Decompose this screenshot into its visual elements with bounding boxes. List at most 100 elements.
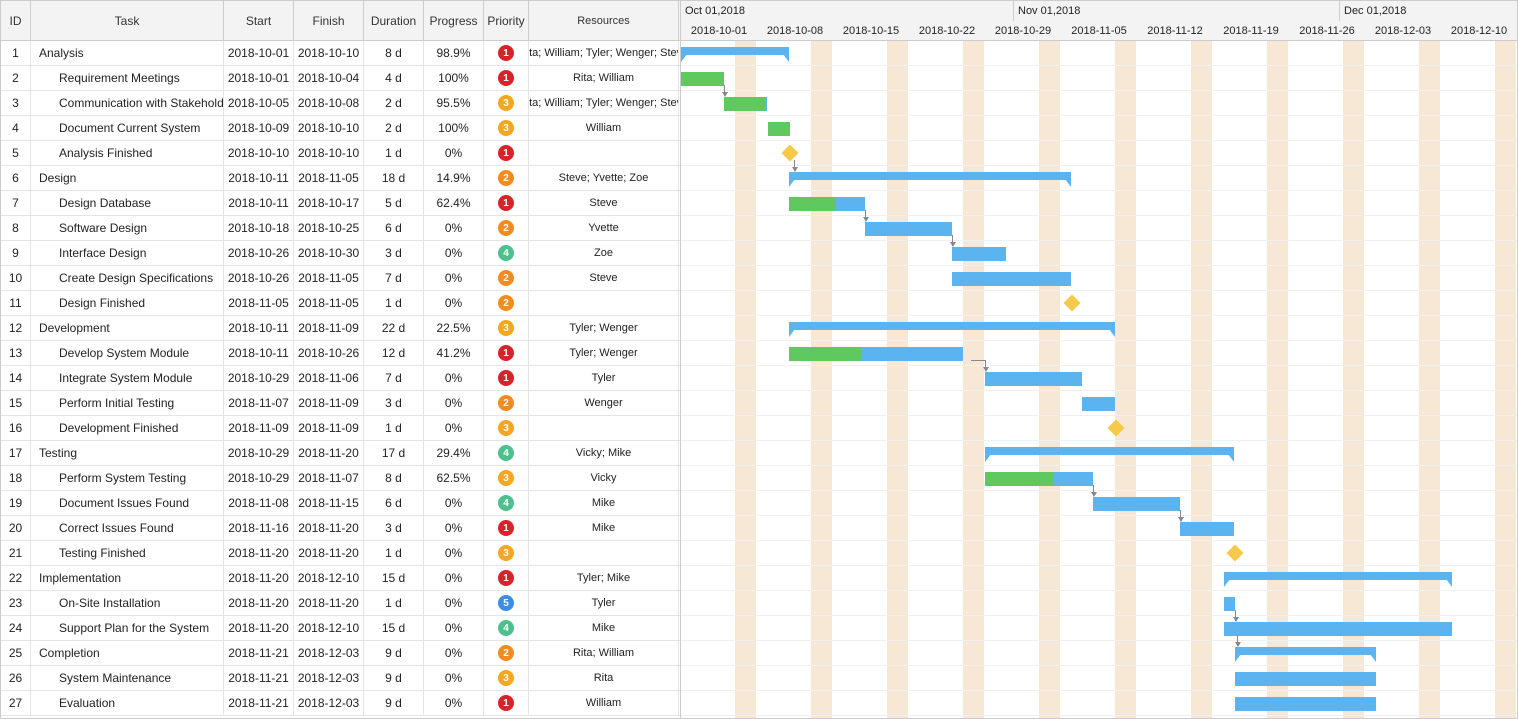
task-bar[interactable] <box>1093 497 1180 511</box>
month-header: Dec 01,2018 <box>1340 1 1517 21</box>
cell-priority: 3 <box>484 466 529 490</box>
task-bar[interactable] <box>1235 672 1376 686</box>
col-finish[interactable]: Finish <box>294 1 364 40</box>
col-start[interactable]: Start <box>224 1 294 40</box>
summary-bar[interactable] <box>789 172 1071 180</box>
cell-id: 4 <box>1 116 31 140</box>
task-bar[interactable] <box>865 222 952 236</box>
gantt-row <box>681 41 1517 66</box>
table-row[interactable]: 15Perform Initial Testing2018-11-072018-… <box>1 391 680 416</box>
dependency-arrow-icon <box>1237 635 1238 646</box>
table-row[interactable]: 4Document Current System2018-10-092018-1… <box>1 116 680 141</box>
cell-id: 12 <box>1 316 31 340</box>
task-bar[interactable] <box>985 472 1093 486</box>
table-row[interactable]: 18Perform System Testing2018-10-292018-1… <box>1 466 680 491</box>
table-row[interactable]: 24Support Plan for the System2018-11-202… <box>1 616 680 641</box>
cell-priority: 4 <box>484 491 529 515</box>
task-bar[interactable] <box>681 72 724 86</box>
cell-start: 2018-10-11 <box>224 166 294 190</box>
cell-progress: 0% <box>424 566 484 590</box>
cell-task: Design Database <box>31 191 224 215</box>
cell-finish: 2018-10-26 <box>294 341 364 365</box>
table-row[interactable]: 5Analysis Finished2018-10-102018-10-101 … <box>1 141 680 166</box>
cell-finish: 2018-11-09 <box>294 391 364 415</box>
timeline-body[interactable] <box>681 41 1517 718</box>
cell-resources: Tyler; Wenger <box>529 341 679 365</box>
task-bar[interactable] <box>768 122 790 136</box>
table-row[interactable]: 7Design Database2018-10-112018-10-175 d6… <box>1 191 680 216</box>
task-bar[interactable] <box>1224 597 1235 611</box>
table-row[interactable]: 6Design2018-10-112018-11-0518 d14.9%2Ste… <box>1 166 680 191</box>
cell-resources: Zoe <box>529 241 679 265</box>
task-bar[interactable] <box>1082 397 1115 411</box>
table-row[interactable]: 20Correct Issues Found2018-11-162018-11-… <box>1 516 680 541</box>
table-row[interactable]: 10Create Design Specifications2018-10-26… <box>1 266 680 291</box>
task-bar[interactable] <box>952 272 1071 286</box>
cell-duration: 2 d <box>364 91 424 115</box>
task-bar[interactable] <box>789 197 865 211</box>
col-priority[interactable]: Priority <box>484 1 529 40</box>
cell-progress: 0% <box>424 366 484 390</box>
table-row[interactable]: 22Implementation2018-11-202018-12-1015 d… <box>1 566 680 591</box>
table-row[interactable]: 26System Maintenance2018-11-212018-12-03… <box>1 666 680 691</box>
table-row[interactable]: 17Testing2018-10-292018-11-2017 d29.4%4V… <box>1 441 680 466</box>
summary-bar[interactable] <box>1235 647 1376 655</box>
cell-finish: 2018-11-20 <box>294 591 364 615</box>
task-bar[interactable] <box>789 347 963 361</box>
table-row[interactable]: 13Develop System Module2018-10-112018-10… <box>1 341 680 366</box>
table-row[interactable]: 21Testing Finished2018-11-202018-11-201 … <box>1 541 680 566</box>
table-row[interactable]: 3Communication with Stakeholders2018-10-… <box>1 91 680 116</box>
table-row[interactable]: 2Requirement Meetings2018-10-012018-10-0… <box>1 66 680 91</box>
cell-id: 26 <box>1 666 31 690</box>
cell-duration: 7 d <box>364 366 424 390</box>
table-row[interactable]: 1Analysis2018-10-012018-10-108 d98.9%1Ri… <box>1 41 680 66</box>
priority-badge: 2 <box>498 170 514 186</box>
summary-bar[interactable] <box>1224 572 1452 580</box>
table-row[interactable]: 12Development2018-10-112018-11-0922 d22.… <box>1 316 680 341</box>
cell-finish: 2018-10-04 <box>294 66 364 90</box>
col-task[interactable]: Task <box>31 1 224 40</box>
table-row[interactable]: 9Interface Design2018-10-262018-10-303 d… <box>1 241 680 266</box>
cell-duration: 9 d <box>364 666 424 690</box>
priority-badge: 2 <box>498 220 514 236</box>
summary-bar[interactable] <box>789 322 1115 330</box>
task-bar[interactable] <box>1224 622 1452 636</box>
task-bar[interactable] <box>724 97 767 111</box>
col-duration[interactable]: Duration <box>364 1 424 40</box>
cell-resources: Tyler <box>529 591 679 615</box>
col-resources[interactable]: Resources <box>529 1 679 40</box>
task-bar[interactable] <box>1180 522 1234 536</box>
table-row[interactable]: 19Document Issues Found2018-11-082018-11… <box>1 491 680 516</box>
cell-start: 2018-11-09 <box>224 416 294 440</box>
summary-bar[interactable] <box>681 47 789 55</box>
col-id[interactable]: ID <box>1 1 31 40</box>
summary-bar[interactable] <box>985 447 1234 455</box>
table-row[interactable]: 11Design Finished2018-11-052018-11-051 d… <box>1 291 680 316</box>
cell-priority: 2 <box>484 216 529 240</box>
cell-resources: William <box>529 116 679 140</box>
table-row[interactable]: 8Software Design2018-10-182018-10-256 d0… <box>1 216 680 241</box>
col-progress[interactable]: Progress <box>424 1 484 40</box>
table-row[interactable]: 27Evaluation2018-11-212018-12-039 d0%1Wi… <box>1 691 680 716</box>
cell-id: 1 <box>1 41 31 65</box>
task-bar[interactable] <box>1235 697 1376 711</box>
cell-start: 2018-11-20 <box>224 541 294 565</box>
cell-task: Perform Initial Testing <box>31 391 224 415</box>
cell-priority: 2 <box>484 166 529 190</box>
table-row[interactable]: 25Completion2018-11-212018-12-039 d0%2Ri… <box>1 641 680 666</box>
cell-progress: 0% <box>424 516 484 540</box>
priority-badge: 3 <box>498 670 514 686</box>
cell-duration: 4 d <box>364 66 424 90</box>
cell-task: Create Design Specifications <box>31 266 224 290</box>
priority-badge: 3 <box>498 320 514 336</box>
table-row[interactable]: 14Integrate System Module2018-10-292018-… <box>1 366 680 391</box>
table-row[interactable]: 16Development Finished2018-11-092018-11-… <box>1 416 680 441</box>
cell-duration: 2 d <box>364 116 424 140</box>
cell-priority: 2 <box>484 291 529 315</box>
task-bar[interactable] <box>952 247 1006 261</box>
cell-priority: 2 <box>484 266 529 290</box>
cell-priority: 3 <box>484 666 529 690</box>
gantt-row <box>681 91 1517 116</box>
table-row[interactable]: 23On-Site Installation2018-11-202018-11-… <box>1 591 680 616</box>
task-bar[interactable] <box>985 372 1082 386</box>
